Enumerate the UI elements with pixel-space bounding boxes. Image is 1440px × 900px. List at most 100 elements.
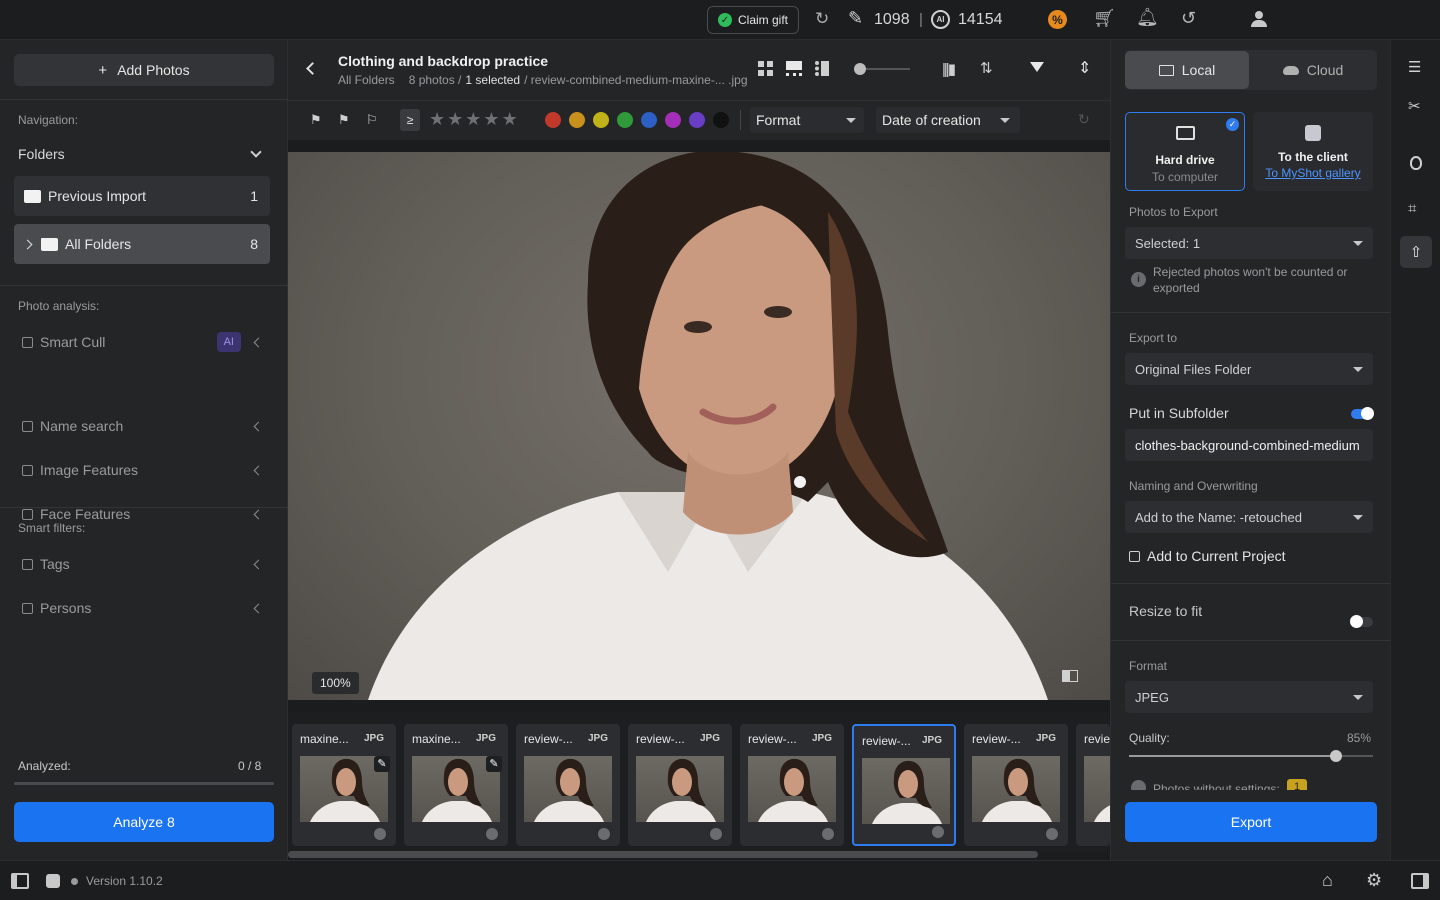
client-gallery-link[interactable]: To MyShot gallery (1253, 166, 1373, 180)
thumbnail-item[interactable]: review-... JPG (516, 724, 620, 846)
thumbnail-status-dot[interactable] (932, 826, 944, 838)
mask-icon[interactable] (1410, 156, 1422, 170)
reset-filters-icon[interactable]: ↻ (1078, 111, 1090, 128)
filmstrip-view-icon[interactable] (786, 61, 802, 76)
thumbnail-item[interactable]: review-... JPG (964, 724, 1068, 846)
cart-icon[interactable]: 🛒︎ (1093, 8, 1116, 29)
client-option[interactable]: To the client To MyShot gallery (1253, 112, 1373, 191)
quality-slider-knob[interactable] (1330, 750, 1343, 762)
resize-toggle[interactable] (1350, 615, 1373, 628)
format-dropdown[interactable]: Format (750, 107, 864, 133)
adjustments-icon[interactable]: ☰ (1408, 58, 1421, 76)
breadcrumb-root[interactable]: All Folders (338, 73, 395, 87)
naming-dropdown[interactable]: Add to the Name: -retouched (1125, 501, 1373, 533)
side-view-icon[interactable] (815, 61, 829, 76)
thumbnail-item[interactable]: maxine... JPG ✎ (292, 724, 396, 846)
checkbox[interactable] (22, 508, 33, 520)
main-photo-viewer[interactable]: 100% (288, 152, 1110, 700)
star-rating[interactable]: ★ ★ ★ ★ ★ (429, 109, 518, 130)
filmstrip-scrollbar[interactable] (288, 851, 1038, 858)
quality-slider-track[interactable] (1129, 750, 1373, 762)
thumbnail-status-dot[interactable] (598, 828, 610, 840)
chevron-left-icon[interactable] (253, 421, 264, 431)
export-tool-button[interactable]: ⇧ (1400, 236, 1432, 268)
columns-icon[interactable]: |||▮ (942, 60, 956, 78)
thumbnail-item[interactable]: review-... JPG (740, 724, 844, 846)
chevron-left-icon[interactable] (253, 559, 264, 569)
analyze-button[interactable]: Analyze 8 (14, 802, 274, 842)
analysis-smart-cull[interactable]: Smart Cull AI (22, 332, 264, 352)
filter-tags[interactable]: Tags (22, 554, 264, 574)
home-icon[interactable]: ⌂ (1322, 870, 1333, 891)
add-to-project-checkbox[interactable]: Add to Current Project (1129, 548, 1286, 564)
flag-reject-icon[interactable]: ⚑ (338, 112, 350, 128)
hard-drive-option[interactable]: ✓ Hard drive To computer (1125, 112, 1245, 191)
folders-header[interactable]: Folders (18, 146, 264, 162)
slider-knob[interactable] (854, 63, 866, 75)
analysis-name-search[interactable]: Name search (22, 416, 264, 436)
thumbnail-status-dot[interactable] (374, 828, 386, 840)
color-label-dot[interactable] (569, 112, 585, 128)
color-label-dot[interactable] (641, 112, 657, 128)
export-to-dropdown[interactable]: Original Files Folder (1125, 353, 1373, 385)
tab-local[interactable]: Local (1125, 51, 1249, 89)
color-label-dot[interactable] (713, 112, 729, 128)
thumbnail-item[interactable]: review-... JPG (628, 724, 732, 846)
color-label-dot[interactable] (689, 112, 705, 128)
claim-gift-button[interactable]: ✓ Claim gift (707, 6, 799, 34)
compare-view-icon[interactable] (1062, 670, 1078, 682)
thumbnail-status-dot[interactable] (710, 828, 722, 840)
chevron-right-icon[interactable] (22, 239, 33, 249)
folder-all-folders[interactable]: All Folders 8 (14, 224, 270, 264)
checkbox[interactable] (1129, 550, 1140, 562)
collapse-right-panel-icon[interactable] (1411, 873, 1429, 889)
folder-previous-import[interactable]: Previous Import 1 (14, 176, 270, 216)
user-avatar-icon[interactable] (1251, 11, 1267, 27)
thumbnail-item[interactable]: maxine... JPG ✎ (404, 724, 508, 846)
color-label-dot[interactable] (617, 112, 633, 128)
thumbnail-item[interactable]: revie (1076, 724, 1110, 846)
tab-cloud[interactable]: Cloud (1249, 51, 1377, 89)
thumbnail-status-dot[interactable] (1046, 828, 1058, 840)
thumbnail-size-slider[interactable] (854, 63, 910, 75)
color-label-dot[interactable] (665, 112, 681, 128)
flag-unflag-icon[interactable]: ⚐ (366, 112, 378, 128)
color-label-dot[interactable] (545, 112, 561, 128)
collapse-icon[interactable]: ⇕ (1078, 58, 1091, 78)
grid-view-icon[interactable] (758, 61, 773, 76)
discount-icon[interactable]: % (1048, 10, 1067, 29)
color-label-dot[interactable] (593, 112, 609, 128)
star-icon[interactable]: ★ (429, 109, 445, 130)
sort-icon[interactable]: ⇅ (980, 59, 993, 77)
filter-persons[interactable]: Persons (22, 598, 264, 618)
retouch-icon[interactable]: ✂ (1408, 97, 1421, 115)
subfolder-toggle[interactable] (1351, 407, 1374, 420)
photos-to-export-dropdown[interactable]: Selected: 1 (1125, 227, 1373, 259)
checkbox[interactable] (22, 602, 33, 614)
history-icon[interactable]: ↺ (1181, 8, 1196, 29)
checkbox[interactable] (22, 336, 33, 348)
chevron-left-icon[interactable] (253, 337, 264, 347)
star-icon[interactable]: ★ (447, 109, 463, 130)
refresh-icon[interactable]: ↻ (815, 9, 829, 29)
sort-dropdown[interactable]: Date of creation (876, 107, 1020, 133)
export-button[interactable]: Export (1125, 802, 1377, 842)
thumbnail-item[interactable]: review-... JPG (852, 724, 956, 846)
add-photos-button[interactable]: + Add Photos (14, 54, 274, 86)
thumbnail-status-dot[interactable] (486, 828, 498, 840)
settings-gear-icon[interactable]: ⚙ (1366, 870, 1382, 891)
chevron-left-icon[interactable] (253, 465, 264, 475)
chevron-left-icon[interactable] (253, 509, 264, 519)
notification-icon[interactable]: 🔔︎ (1136, 7, 1159, 28)
zoom-level-badge[interactable]: 100% (312, 672, 359, 694)
checkbox[interactable] (22, 464, 33, 476)
checkbox[interactable] (22, 558, 33, 570)
filter-icon[interactable] (1030, 62, 1044, 72)
star-icon[interactable]: ★ (483, 109, 499, 130)
analysis-image-features[interactable]: Image Features (22, 460, 264, 480)
collapse-left-panel-icon[interactable] (11, 873, 29, 889)
chevron-left-icon[interactable] (253, 603, 264, 613)
star-icon[interactable]: ★ (502, 109, 518, 130)
checkbox[interactable] (22, 420, 33, 432)
thumbnail-status-dot[interactable] (822, 828, 834, 840)
